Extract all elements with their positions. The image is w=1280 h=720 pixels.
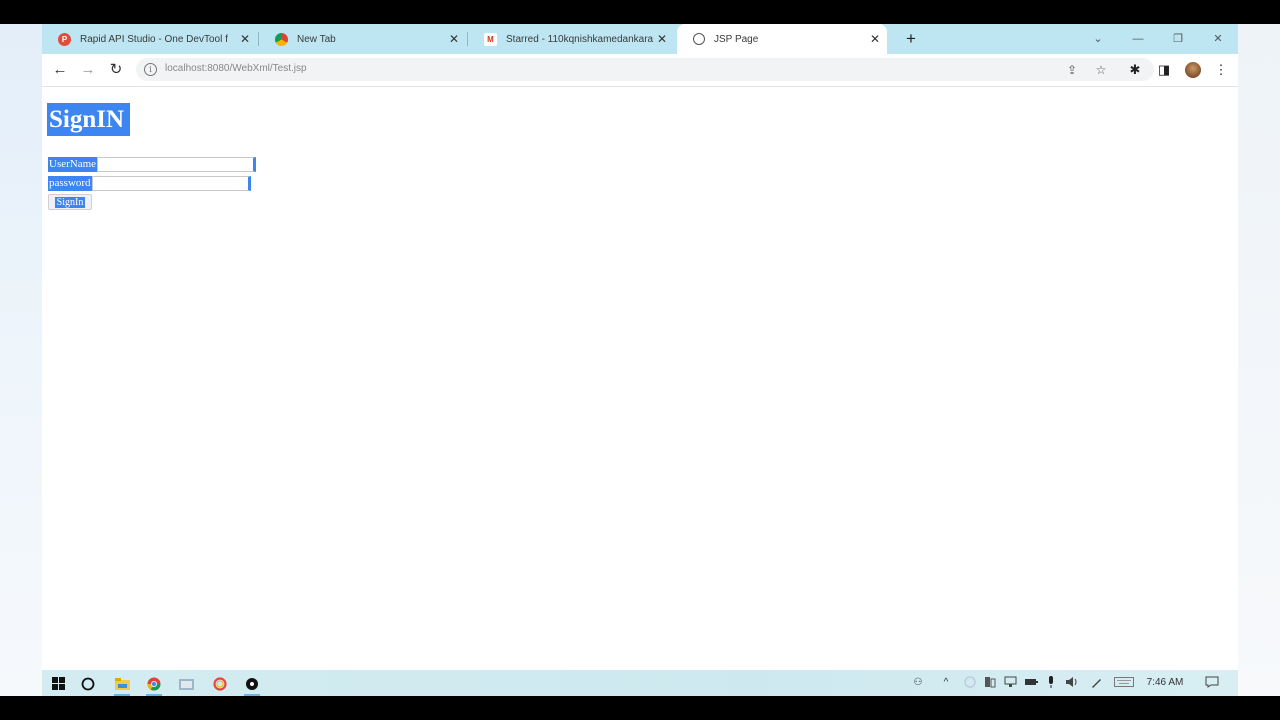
dark-app-icon[interactable] [236, 670, 268, 696]
minimize-button[interactable]: — [1118, 24, 1158, 54]
taskbar: ⚇ ^ 7:46 AM [42, 670, 1238, 696]
address-bar[interactable]: i localhost:8080/WebXml/Test.jsp ⇪ ☆ [136, 58, 1154, 81]
username-row: UserName [48, 157, 257, 172]
new-tab-button[interactable]: + [900, 28, 922, 50]
chrome-icon [275, 32, 288, 46]
microphone-icon[interactable] [1041, 670, 1061, 696]
tab-strip: P Rapid API Studio - One DevTool f ✕ New… [42, 24, 1238, 54]
notification-icon[interactable] [1202, 670, 1222, 696]
tab-jsp-page[interactable]: JSP Page ✕ [677, 24, 887, 54]
tab-title: JSP Page [714, 33, 759, 45]
forward-button[interactable]: → [76, 58, 100, 82]
volume-icon[interactable] [1061, 670, 1081, 696]
signin-button-label: SignIn [54, 196, 86, 208]
gmail-icon: M [484, 32, 497, 46]
signin-button[interactable]: SignIn [48, 194, 92, 210]
reload-button[interactable]: ↻ [104, 58, 128, 82]
username-input[interactable] [97, 157, 257, 172]
password-input[interactable] [91, 176, 251, 191]
browser-window: P Rapid API Studio - One DevTool f ✕ New… [42, 24, 1238, 670]
tray-app-icon[interactable] [960, 670, 980, 696]
people-icon[interactable]: ⚇ [908, 670, 928, 696]
keyboard-icon[interactable] [1112, 670, 1136, 696]
window-controls: ⌄ — ❐ ✕ [1078, 24, 1238, 54]
chevron-up-icon[interactable]: ^ [936, 670, 956, 696]
tab-title: New Tab [297, 33, 336, 45]
active-indicator [146, 694, 162, 696]
username-label: UserName [48, 157, 98, 172]
file-explorer-icon[interactable] [106, 670, 138, 696]
device-icon[interactable] [980, 670, 1000, 696]
tab-new-tab[interactable]: New Tab ✕ [259, 24, 466, 54]
globe-icon [693, 33, 705, 45]
chrome-icon[interactable] [138, 670, 170, 696]
app-icon[interactable] [170, 670, 202, 696]
password-row: password [48, 176, 251, 191]
bookmark-star-icon[interactable]: ☆ [1092, 61, 1110, 79]
opera-icon[interactable] [204, 670, 236, 696]
tab-starred-gmail[interactable]: M Starred - 110kqnishkamedankara ✕ [468, 24, 674, 54]
tab-title: Rapid API Studio - One DevTool f [80, 33, 228, 45]
browser-toolbar: ← → ↻ i localhost:8080/WebXml/Test.jsp ⇪… [42, 54, 1238, 86]
pen-icon[interactable] [1086, 670, 1106, 696]
close-window-button[interactable]: ✕ [1198, 24, 1238, 54]
active-indicator [114, 694, 130, 696]
menu-icon[interactable]: ⋮ [1210, 58, 1232, 82]
rapidapi-icon: P [58, 32, 71, 46]
clock[interactable]: 7:46 AM [1143, 670, 1187, 696]
profile-avatar[interactable] [1185, 62, 1201, 78]
battery-icon[interactable] [1021, 670, 1041, 696]
back-button[interactable]: ← [48, 58, 72, 82]
page-title: SignIN [47, 103, 131, 136]
close-icon[interactable]: ✕ [867, 32, 883, 46]
close-icon[interactable]: ✕ [654, 32, 670, 46]
desktop-edge-right [1238, 24, 1280, 696]
close-icon[interactable]: ✕ [237, 32, 253, 46]
search-circle-icon[interactable] [72, 670, 104, 696]
side-panel-icon[interactable]: ◨ [1153, 58, 1175, 82]
desktop-edge-left [0, 24, 42, 696]
close-icon[interactable]: ✕ [446, 32, 462, 46]
password-label: password [48, 176, 92, 191]
active-indicator [244, 694, 260, 696]
restore-button[interactable]: ❐ [1158, 24, 1198, 54]
windows-start-icon[interactable] [42, 670, 74, 696]
page-content: SignIN UserName password SignIn [42, 87, 1238, 670]
network-icon[interactable] [1000, 670, 1020, 696]
extensions-icon[interactable]: ✱ [1124, 58, 1146, 82]
tab-search-button[interactable]: ⌄ [1078, 24, 1118, 54]
tab-rapid-api-studio[interactable]: P Rapid API Studio - One DevTool f ✕ [42, 24, 257, 54]
share-icon[interactable]: ⇪ [1063, 61, 1081, 79]
url-text[interactable]: localhost:8080/WebXml/Test.jsp [165, 63, 307, 74]
site-info-icon[interactable]: i [144, 63, 157, 76]
tab-title: Starred - 110kqnishkamedankara [506, 33, 654, 45]
screen: P Rapid API Studio - One DevTool f ✕ New… [0, 24, 1280, 696]
